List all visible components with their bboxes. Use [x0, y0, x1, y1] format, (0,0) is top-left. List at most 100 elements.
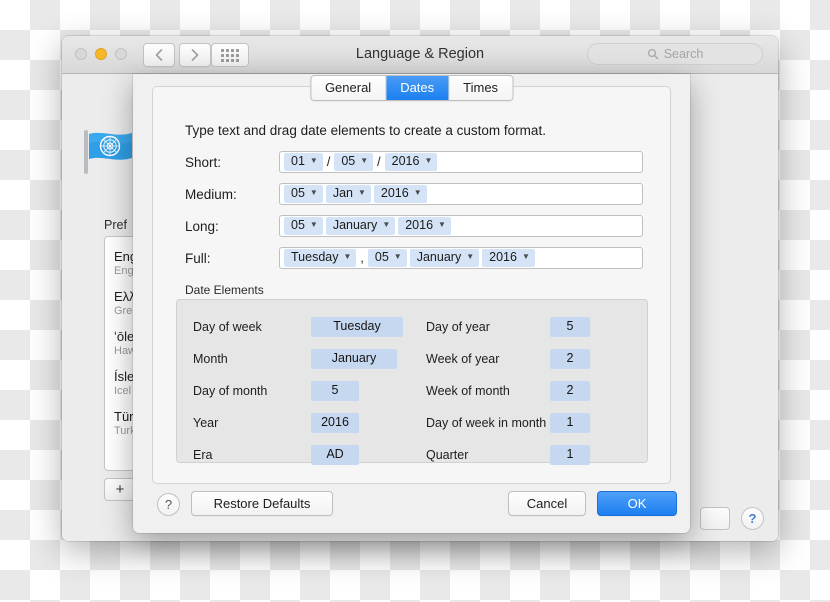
chevron-down-icon: ▼ — [357, 188, 366, 197]
tab-bar: General Dates Times — [309, 75, 514, 101]
element-label: Week of year — [426, 352, 500, 366]
date-token[interactable]: 2016 ▼ — [482, 249, 535, 267]
chevron-down-icon: ▼ — [309, 156, 318, 165]
chevron-down-icon: ▼ — [309, 188, 318, 197]
date-token[interactable]: 2016 ▼ — [384, 153, 438, 171]
date-token[interactable]: 2016 ▼ — [398, 217, 451, 235]
element-row-era: Era AD — [177, 439, 412, 471]
format-label-long: Long: — [185, 218, 219, 234]
chevron-down-icon: ▼ — [343, 252, 352, 261]
element-value-chip[interactable]: 5 — [311, 381, 359, 401]
token-label: 2016 — [405, 218, 434, 232]
add-language-button[interactable]: + — [104, 478, 136, 501]
date-token[interactable]: 05 ▼ — [284, 185, 323, 203]
token-label: January — [332, 218, 378, 232]
preferred-languages-label: Pref — [104, 218, 127, 232]
element-label: Day of month — [193, 384, 268, 398]
element-label: Year — [193, 416, 219, 430]
token-label: 2016 — [489, 250, 517, 264]
date-token[interactable]: 05 ▼ — [284, 217, 323, 235]
element-row-year: Year 2016 — [177, 407, 412, 439]
format-rows: Short: 01 ▼ / 05 ▼ / 2016 ▼ Medium: 05 ▼… — [185, 151, 643, 279]
date-elements-left-column: Day of week Tuesday Month January Day of… — [177, 300, 412, 465]
element-row-day-of-week: Day of week Tuesday — [177, 311, 412, 343]
element-row-day-of-month: Day of month 5 — [177, 375, 412, 407]
window-titlebar: Language & Region Search — [62, 36, 778, 74]
format-field-full[interactable]: Tuesday ▼ , 05 ▼ January ▼ 2016 ▼ — [279, 247, 643, 269]
element-label: Era — [193, 448, 213, 462]
element-value-chip[interactable]: 5 — [550, 317, 590, 337]
format-label-medium: Medium: — [185, 186, 237, 202]
element-row-day-of-year: Day of year 5 — [412, 311, 647, 343]
help-button[interactable]: ? — [157, 493, 180, 516]
chevron-down-icon: ▼ — [393, 252, 402, 261]
background-help-button[interactable]: ? — [741, 507, 764, 530]
cancel-button[interactable]: Cancel — [508, 491, 586, 516]
restore-defaults-button[interactable]: Restore Defaults — [191, 491, 333, 516]
date-token[interactable]: January ▼ — [409, 249, 480, 267]
format-field-medium[interactable]: 05 ▼ Jan ▼ 2016 ▼ — [279, 183, 643, 205]
element-row-quarter: Quarter 1 — [412, 439, 647, 471]
custom-date-format-sheet: General Dates Times Type text and drag d… — [133, 74, 690, 533]
date-token[interactable]: 01 ▼ — [284, 153, 323, 171]
format-row-full: Full: Tuesday ▼ , 05 ▼ January ▼ 2016 ▼ — [185, 247, 643, 269]
date-token[interactable]: 05 ▼ — [367, 249, 407, 267]
tab-dates[interactable]: Dates — [386, 76, 450, 100]
format-field-long[interactable]: 05 ▼ January ▼ 2016 ▼ — [279, 215, 643, 237]
chevron-down-icon: ▼ — [521, 252, 530, 261]
search-icon — [647, 48, 658, 60]
token-label: 05 — [291, 186, 305, 200]
format-row-medium: Medium: 05 ▼ Jan ▼ 2016 ▼ — [185, 183, 643, 205]
date-elements-title: Date Elements — [185, 283, 264, 297]
chevron-down-icon: ▼ — [413, 188, 422, 197]
element-label: Week of month — [426, 384, 510, 398]
element-value-chip[interactable]: Tuesday — [311, 317, 403, 337]
tab-times[interactable]: Times — [449, 76, 513, 100]
element-value-chip[interactable]: 2 — [550, 381, 590, 401]
format-row-long: Long: 05 ▼ January ▼ 2016 ▼ — [185, 215, 643, 237]
chevron-down-icon: ▼ — [424, 156, 433, 165]
chevron-down-icon: ▼ — [360, 156, 369, 165]
token-label: Jan — [332, 186, 353, 200]
tab-general[interactable]: General — [310, 76, 387, 100]
token-label: 2016 — [391, 154, 420, 168]
date-token[interactable]: 05 ▼ — [334, 153, 374, 171]
element-value-chip[interactable]: January — [311, 349, 397, 369]
date-elements-panel: Day of week Tuesday Month January Day of… — [176, 299, 648, 465]
format-row-short: Short: 01 ▼ / 05 ▼ / 2016 ▼ — [185, 151, 643, 173]
element-label: Day of year — [426, 320, 490, 334]
token-label: January — [416, 250, 462, 264]
sheet-footer: ? Restore Defaults Cancel OK — [133, 485, 690, 533]
element-value-chip[interactable]: 1 — [550, 413, 590, 433]
ok-button[interactable]: OK — [597, 491, 677, 516]
instruction-text: Type text and drag date elements to crea… — [185, 123, 546, 138]
token-separator: , — [360, 251, 364, 265]
element-value-chip[interactable]: AD — [311, 445, 359, 465]
token-label: Tuesday — [291, 250, 339, 264]
element-label: Day of week — [193, 320, 262, 334]
element-value-chip[interactable]: 1 — [550, 445, 590, 465]
element-label: Quarter — [426, 448, 469, 462]
date-token[interactable]: Jan ▼ — [325, 185, 371, 203]
format-field-short[interactable]: 01 ▼ / 05 ▼ / 2016 ▼ — [279, 151, 643, 173]
date-token[interactable]: Tuesday ▼ — [284, 249, 357, 267]
token-separator: / — [326, 155, 331, 169]
chevron-down-icon: ▼ — [466, 252, 475, 261]
date-token[interactable]: 2016 ▼ — [373, 185, 427, 203]
search-input[interactable]: Search — [587, 43, 763, 65]
element-row-day-of-week-in-month: Day of week in month 1 — [412, 407, 647, 439]
chevron-down-icon: ▼ — [382, 220, 391, 229]
element-label: Day of week in month — [426, 416, 547, 430]
token-label: 05 — [341, 154, 356, 168]
element-row-week-of-year: Week of year 2 — [412, 343, 647, 375]
date-elements-right-column: Day of year 5 Week of year 2 Week of mon… — [412, 300, 647, 465]
token-label: 2016 — [380, 186, 409, 200]
element-value-chip[interactable]: 2016 — [311, 413, 359, 433]
element-value-chip[interactable]: 2 — [550, 349, 590, 369]
format-label-full: Full: — [185, 250, 211, 266]
format-label-short: Short: — [185, 154, 222, 170]
sheet-content-panel: General Dates Times Type text and drag d… — [152, 75, 671, 484]
element-row-month: Month January — [177, 343, 412, 375]
date-token[interactable]: January ▼ — [325, 217, 396, 235]
background-button-edge[interactable] — [700, 507, 730, 530]
